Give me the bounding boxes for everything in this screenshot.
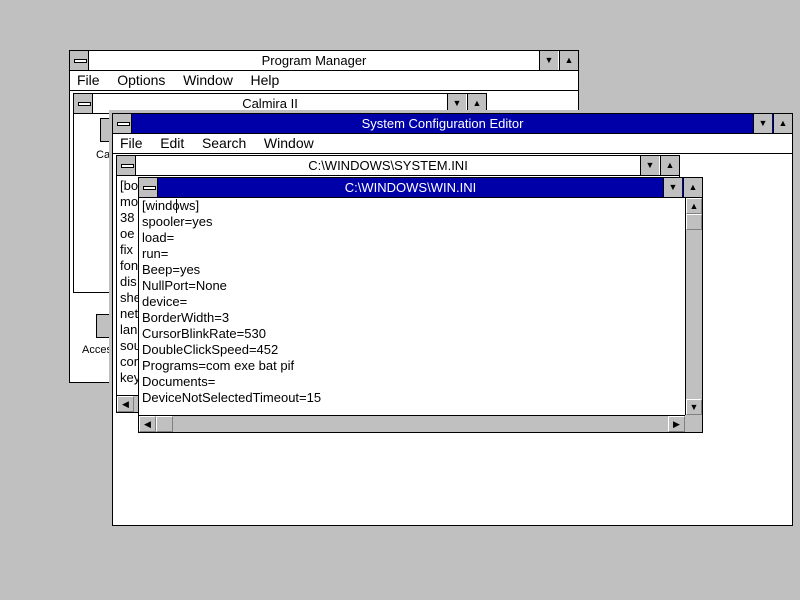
program-manager-menubar: File Options Window Help <box>70 71 578 91</box>
win-ini-line: Beep=yes <box>142 262 201 277</box>
win-ini-maximize-button[interactable]: ▲ <box>683 178 702 197</box>
win-ini-scroll-up-arrow[interactable]: ▲ <box>686 198 702 214</box>
system-ini-line: 38 <box>120 210 135 225</box>
win-ini-vertical-scrollbar[interactable]: ▲ ▼ <box>685 198 702 415</box>
system-ini-minimize-button[interactable]: ▼ <box>640 156 659 175</box>
system-ini-scroll-left-arrow[interactable]: ◀ <box>117 396 134 412</box>
win-ini-line: device= <box>142 294 188 309</box>
win-ini-scroll-down-arrow[interactable]: ▼ <box>686 399 702 415</box>
system-ini-titlebar[interactable]: C:\WINDOWS\SYSTEM.INI ▼ ▲ <box>117 156 679 176</box>
system-ini-line: sou <box>120 338 139 353</box>
win-ini-line: Documents= <box>142 374 216 389</box>
sysedit-menubar: File Edit Search Window <box>113 134 792 154</box>
win-ini-vertical-scroll-thumb[interactable] <box>686 214 702 230</box>
win-ini-line: load= <box>142 230 175 245</box>
win-ini-size-corner <box>685 415 702 432</box>
menu-file[interactable]: File <box>70 71 107 90</box>
system-ini-line: fon <box>120 258 139 273</box>
system-ini-line: dis <box>120 274 137 289</box>
calmira-icon-label[interactable]: Cal <box>96 149 113 161</box>
system-ini-maximize-button[interactable]: ▲ <box>660 156 679 175</box>
calmira-control-menu-button[interactable] <box>74 94 93 113</box>
sysedit-menu-file[interactable]: File <box>113 134 150 153</box>
calmira-group-title: Calmira II <box>242 96 298 111</box>
system-ini-line: mo <box>120 194 139 209</box>
sysedit-minimize-button[interactable]: ▼ <box>753 114 772 133</box>
sysedit-maximize-button[interactable]: ▲ <box>773 114 792 133</box>
system-ini-line: key <box>120 370 139 385</box>
text-cursor <box>176 199 177 213</box>
win-ini-titlebar[interactable]: C:\WINDOWS\WIN.INI ▼ ▲ <box>139 178 702 198</box>
system-ini-line: oe <box>120 226 135 241</box>
win-ini-horizontal-scrollbar[interactable]: ◀ ▶ <box>139 415 685 432</box>
program-manager-title: Program Manager <box>261 53 367 68</box>
system-ini-text-area[interactable]: [bo mo 38 oe fix fon dis she net lan sou… <box>117 176 139 395</box>
win-ini-line: spooler=yes <box>142 214 213 229</box>
system-ini-line: lan <box>120 322 138 337</box>
sysedit-control-menu-button[interactable] <box>113 114 132 133</box>
sysedit-menu-search[interactable]: Search <box>195 134 253 153</box>
win-ini-line: NullPort=None <box>142 278 227 293</box>
program-manager-maximize-button[interactable]: ▲ <box>559 51 578 70</box>
win-ini-minimize-button[interactable]: ▼ <box>663 178 682 197</box>
system-ini-line: she <box>120 290 139 305</box>
win-ini-control-menu-button[interactable] <box>139 178 158 197</box>
win-ini-scroll-right-arrow[interactable]: ▶ <box>668 416 685 432</box>
sysedit-window[interactable]: System Configuration Editor ▼ ▲ File Edi… <box>109 110 796 529</box>
program-manager-minimize-button[interactable]: ▼ <box>539 51 558 70</box>
win-ini-line: DoubleClickSpeed=452 <box>142 342 279 357</box>
menu-help[interactable]: Help <box>243 71 286 90</box>
menu-options[interactable]: Options <box>110 71 172 90</box>
calmira-group-titlebar[interactable]: Calmira II ▼ ▲ <box>74 94 486 114</box>
system-ini-title: C:\WINDOWS\SYSTEM.INI <box>308 158 468 173</box>
win-ini-line: BorderWidth=3 <box>142 310 230 325</box>
sysedit-title: System Configuration Editor <box>361 116 524 131</box>
sysedit-titlebar[interactable]: System Configuration Editor ▼ ▲ <box>113 114 792 134</box>
program-manager-titlebar[interactable]: Program Manager ▼ ▲ <box>70 51 578 71</box>
win-ini-line: CursorBlinkRate=530 <box>142 326 266 341</box>
win-ini-scroll-left-arrow[interactable]: ◀ <box>139 416 156 432</box>
accessories-icon-label[interactable]: Acces <box>82 344 112 356</box>
sysedit-menu-window[interactable]: Window <box>257 134 321 153</box>
program-manager-control-menu-button[interactable] <box>70 51 89 70</box>
system-ini-line: [bo <box>120 178 139 193</box>
system-ini-line: fix <box>120 242 133 257</box>
win-ini-line: Programs=com exe bat pif <box>142 358 295 373</box>
system-ini-line: net <box>120 306 139 321</box>
win-ini-line: run= <box>142 246 169 261</box>
system-ini-control-menu-button[interactable] <box>117 156 136 175</box>
system-ini-line: cor <box>120 354 139 369</box>
win-ini-horizontal-scroll-thumb[interactable] <box>156 416 173 432</box>
win-ini-line: [windows] <box>142 198 200 213</box>
calmira-maximize-button[interactable]: ▲ <box>467 94 486 113</box>
win-ini-text-area[interactable]: [windows] spooler=yes load= run= Beep=ye… <box>139 198 685 415</box>
win-ini-line: DeviceNotSelectedTimeout=15 <box>142 390 322 405</box>
sysedit-menu-edit[interactable]: Edit <box>153 134 191 153</box>
calmira-minimize-button[interactable]: ▼ <box>447 94 466 113</box>
win-ini-title: C:\WINDOWS\WIN.INI <box>344 180 477 195</box>
win-ini-window[interactable]: C:\WINDOWS\WIN.INI ▼ ▲ [windows] spooler… <box>138 177 703 433</box>
menu-window[interactable]: Window <box>176 71 240 90</box>
